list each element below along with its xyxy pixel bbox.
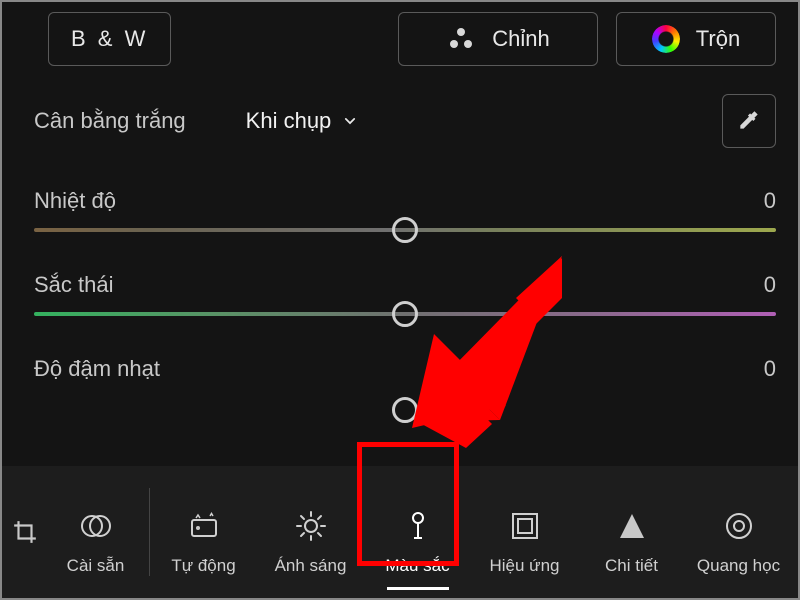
bw-button[interactable]: B & W — [48, 12, 171, 66]
tool-light[interactable]: Ánh sáng — [257, 466, 364, 598]
bw-label: B & W — [71, 26, 148, 52]
detail-icon — [614, 508, 650, 544]
tool-label: Hiệu ứng — [490, 556, 560, 576]
temperature-value: 0 — [764, 188, 776, 214]
white-balance-dropdown[interactable]: Khi chụp — [246, 108, 358, 134]
slider-thumb[interactable] — [392, 217, 418, 243]
light-icon — [293, 508, 329, 544]
crop-tool[interactable] — [8, 466, 42, 598]
eyedropper-icon — [736, 108, 762, 134]
temperature-slider[interactable] — [34, 228, 776, 232]
tool-auto[interactable]: Tự động — [150, 466, 257, 598]
tool-label: Cài sẵn — [67, 556, 125, 576]
slider-thumb[interactable] — [392, 301, 418, 327]
optics-icon — [721, 508, 757, 544]
dots-icon — [446, 24, 476, 54]
bottom-toolbar: Cài sẵn Tự động Ánh sáng Màu sắc Hiệu ứn… — [2, 466, 798, 598]
tool-label: Màu sắc — [385, 556, 449, 576]
crop-icon — [12, 519, 38, 545]
profile-label: Chỉnh — [492, 26, 549, 52]
eyedropper-button[interactable] — [722, 94, 776, 148]
chevron-down-icon — [343, 114, 357, 128]
tool-label: Tự động — [171, 556, 235, 576]
slider-thumb[interactable] — [392, 397, 418, 423]
tool-presets[interactable]: Cài sẵn — [42, 466, 149, 598]
tool-color[interactable]: Màu sắc — [364, 466, 471, 598]
tool-effects[interactable]: Hiệu ứng — [471, 466, 578, 598]
tool-label: Ánh sáng — [275, 556, 347, 576]
tint-slider[interactable] — [34, 312, 776, 316]
temperature-label: Nhiệt độ — [34, 188, 116, 214]
tool-optics[interactable]: Quang học — [685, 466, 792, 598]
mix-button[interactable]: Trộn — [616, 12, 776, 66]
tool-label: Chi tiết — [605, 556, 658, 576]
white-balance-label: Cân bằng trắng — [34, 108, 186, 134]
tint-value: 0 — [764, 272, 776, 298]
tool-label: Quang học — [697, 556, 780, 576]
color-ring-icon — [652, 25, 680, 53]
white-balance-value: Khi chụp — [246, 108, 332, 134]
auto-icon — [186, 508, 222, 544]
mix-label: Trộn — [696, 26, 740, 52]
vibrance-value: 0 — [764, 356, 776, 382]
profile-button[interactable]: Chỉnh — [398, 12, 598, 66]
tool-detail[interactable]: Chi tiết — [578, 466, 685, 598]
presets-icon — [78, 508, 114, 544]
vibrance-label: Độ đậm nhạt — [34, 356, 160, 382]
tint-label: Sắc thái — [34, 272, 114, 298]
effects-icon — [507, 508, 543, 544]
color-icon — [400, 508, 436, 544]
